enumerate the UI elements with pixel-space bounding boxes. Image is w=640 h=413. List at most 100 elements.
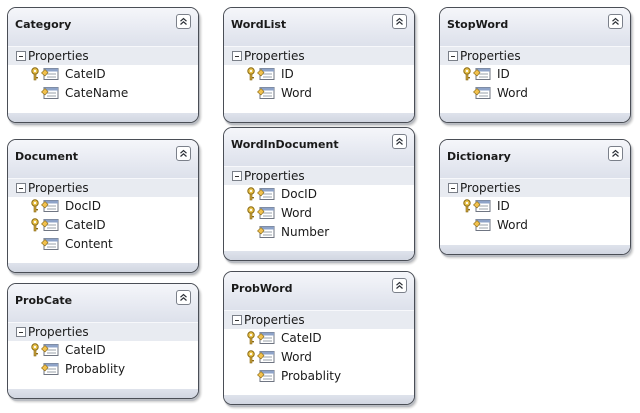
entity-title: WordInDocument [231,138,339,151]
entity-footer [8,263,198,272]
key-icon [30,199,40,216]
entity-header: ProbWord [224,272,414,310]
properties-section[interactable]: Properties [440,46,630,65]
key-icon [462,199,472,216]
properties-section[interactable]: Properties [224,166,414,185]
properties-label: Properties [28,49,89,63]
entity-footer [440,113,630,122]
collapse-icon[interactable] [392,278,407,293]
entity-wordindocument[interactable]: WordInDocument Properties DocID Word Num… [223,127,415,261]
entity-header: Dictionary [440,140,630,178]
properties-section[interactable]: Properties [8,178,198,197]
property-row[interactable]: CateID [224,329,414,348]
property-name: DocID [65,199,101,213]
properties-label: Properties [28,181,89,195]
key-icon [30,343,40,360]
minus-icon[interactable] [232,51,242,61]
property-icon [41,199,59,216]
property-row[interactable]: Word [224,348,414,367]
property-name: Probablity [65,362,126,376]
properties-label: Properties [460,181,521,195]
property-icon [257,350,275,367]
collapse-icon[interactable] [176,14,191,29]
key-icon [30,218,40,235]
entity-footer [8,389,198,398]
properties-label: Properties [460,49,521,63]
property-row[interactable]: Word [224,84,414,103]
collapse-icon[interactable] [392,14,407,29]
properties-section[interactable]: Properties [8,46,198,65]
collapse-icon[interactable] [392,134,407,149]
property-name: ID [497,199,510,213]
property-row[interactable]: Content [8,235,198,254]
property-name: CateID [281,331,322,345]
key-icon [246,187,256,204]
property-row[interactable]: ID [440,65,630,84]
minus-icon[interactable] [448,183,458,193]
key-icon [462,67,472,84]
property-row[interactable]: Word [440,84,630,103]
property-icon [257,187,275,204]
entity-header: WordInDocument [224,128,414,166]
key-icon [30,67,40,84]
collapse-icon[interactable] [608,146,623,161]
property-row[interactable]: Probablity [224,367,414,386]
collapse-icon[interactable] [608,14,623,29]
entity-footer [224,395,414,404]
property-row[interactable]: ID [440,197,630,216]
property-name: Content [65,237,113,251]
minus-icon[interactable] [16,51,26,61]
property-row[interactable]: ID [224,65,414,84]
properties-section[interactable]: Properties [224,46,414,65]
property-row[interactable]: Word [440,216,630,235]
property-name: Word [281,350,312,364]
property-icon [257,86,275,103]
minus-icon[interactable] [232,315,242,325]
property-icon [473,218,491,235]
property-row[interactable]: DocID [224,185,414,204]
entity-wordlist[interactable]: WordList Properties ID Word [223,7,415,123]
property-icon [41,343,59,360]
property-name: CateID [65,343,106,357]
property-name: ID [497,67,510,81]
entity-stopword[interactable]: StopWord Properties ID Word [439,7,631,123]
properties-section[interactable]: Properties [8,322,198,341]
entity-category[interactable]: Category Properties CateID CateName [7,7,199,123]
entity-document[interactable]: Document Properties DocID CateID Content [7,139,199,273]
property-name: Probablity [281,369,342,383]
property-row[interactable]: CateID [8,216,198,235]
property-icon [257,225,275,242]
collapse-icon[interactable] [176,290,191,305]
entity-footer [224,113,414,122]
entity-title: StopWord [447,18,509,31]
property-row[interactable]: CateID [8,65,198,84]
property-row[interactable]: Number [224,223,414,242]
entity-dictionary[interactable]: Dictionary Properties ID Word [439,139,631,255]
property-icon [41,362,59,379]
entity-probcate[interactable]: ProbCate Properties CateID Probablity [7,283,199,399]
properties-section[interactable]: Properties [440,178,630,197]
key-icon [246,67,256,84]
collapse-icon[interactable] [176,146,191,161]
properties-label: Properties [244,169,305,183]
minus-icon[interactable] [232,171,242,181]
entity-footer [8,113,198,122]
property-name: CateID [65,67,106,81]
property-row[interactable]: DocID [8,197,198,216]
minus-icon[interactable] [16,327,26,337]
property-icon [41,237,59,254]
property-name: DocID [281,187,317,201]
property-row[interactable]: CateID [8,341,198,360]
property-name: Word [497,86,528,100]
entity-probword[interactable]: ProbWord Properties CateID Word Probabli… [223,271,415,405]
entity-footer [224,251,414,260]
property-row[interactable]: CateName [8,84,198,103]
property-row[interactable]: Probablity [8,360,198,379]
property-icon [257,331,275,348]
minus-icon[interactable] [448,51,458,61]
minus-icon[interactable] [16,183,26,193]
entity-title: ProbWord [231,282,293,295]
property-row[interactable]: Word [224,204,414,223]
properties-section[interactable]: Properties [224,310,414,329]
entity-header: ProbCate [8,284,198,322]
